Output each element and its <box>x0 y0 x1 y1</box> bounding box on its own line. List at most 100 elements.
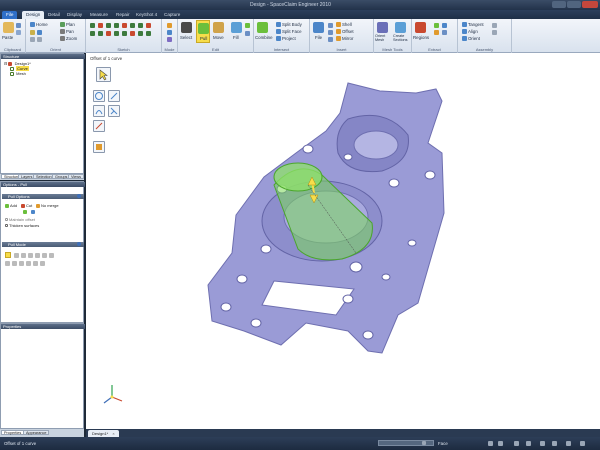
close-tab-icon[interactable]: × <box>112 431 114 436</box>
bolt-hole[interactable] <box>381 273 391 281</box>
copy-edge-icon[interactable] <box>5 261 10 266</box>
rectangle-tool-icon[interactable] <box>106 23 111 28</box>
split-body-button[interactable]: Split Body <box>276 22 302 28</box>
polygon-tool-icon[interactable] <box>130 23 135 28</box>
pivot-icon[interactable] <box>21 253 26 258</box>
fillet-curve-icon[interactable] <box>146 31 151 36</box>
split-face-button[interactable]: Split Face <box>276 29 302 35</box>
bolt-hole[interactable] <box>260 244 272 254</box>
gear-icon[interactable] <box>492 30 497 35</box>
snap-icon[interactable] <box>540 441 545 446</box>
tab-detail[interactable]: Detail <box>44 11 64 19</box>
checkbox-icon[interactable] <box>10 71 14 76</box>
combine-button[interactable]: Combine <box>255 35 273 40</box>
grid-icon[interactable] <box>552 441 557 446</box>
filter-icon[interactable] <box>422 441 426 445</box>
section-mode-icon[interactable] <box>167 30 172 35</box>
maximize-button[interactable] <box>567 1 581 8</box>
layout-icon[interactable] <box>526 441 531 446</box>
trim-tool-icon[interactable] <box>106 31 111 36</box>
both-sides-icon[interactable] <box>23 210 27 214</box>
select-mode-icon[interactable] <box>5 252 11 258</box>
pull-mode-section[interactable]: Pull Mode <box>2 242 84 247</box>
pull-button[interactable]: Pull <box>196 20 210 43</box>
bolt-hole[interactable] <box>388 178 400 188</box>
stretch-icon[interactable] <box>33 261 38 266</box>
ruled-icon[interactable] <box>26 261 31 266</box>
expand-icon[interactable]: ⊟ <box>4 61 7 66</box>
maintain-offset-option[interactable]: Maintain offset <box>5 217 35 222</box>
blend-mode-icon[interactable] <box>49 253 54 258</box>
ellipse-tool-icon[interactable] <box>90 31 95 36</box>
tab-views[interactable]: Views <box>68 174 85 179</box>
extract-surface-icon[interactable] <box>442 23 447 28</box>
arc-tool-icon[interactable] <box>122 23 127 28</box>
close-button[interactable] <box>582 1 598 8</box>
view-mode-icon[interactable] <box>566 441 571 446</box>
paste-button[interactable]: Paste <box>2 35 13 40</box>
tab-appearance[interactable]: Appearance <box>23 430 50 435</box>
project-button[interactable]: Project <box>276 36 296 42</box>
scale-body-icon[interactable] <box>40 261 45 266</box>
plan-button[interactable]: Plan <box>60 22 75 28</box>
tangent-line-icon[interactable] <box>98 23 103 28</box>
regions-icon[interactable] <box>415 22 426 33</box>
3d-mode-icon[interactable] <box>167 37 172 42</box>
offset-curve-icon[interactable] <box>114 31 119 36</box>
sketch-mode-icon[interactable] <box>167 23 172 28</box>
bolt-hole[interactable] <box>349 261 363 273</box>
circle-tool-icon[interactable] <box>114 23 119 28</box>
tab-measure[interactable]: Measure <box>86 11 112 19</box>
orient-mesh-button[interactable]: Orient Mesh <box>375 34 391 42</box>
spline-tool-icon[interactable] <box>138 23 143 28</box>
bolt-hole[interactable] <box>407 239 417 247</box>
cut-option[interactable]: Cut <box>21 203 32 208</box>
bolt-hole[interactable] <box>250 318 262 328</box>
rigid-icon[interactable] <box>492 23 497 28</box>
perspective-icon[interactable] <box>30 37 35 42</box>
replace-icon[interactable] <box>245 31 250 36</box>
bolt-hole[interactable] <box>424 170 436 180</box>
bolt-hole[interactable] <box>236 274 248 284</box>
cone-top-face[interactable] <box>273 162 323 192</box>
select-next-icon[interactable] <box>498 441 503 446</box>
shell-button[interactable]: Shell <box>336 22 352 28</box>
paste-icon[interactable] <box>3 22 14 33</box>
up-to-icon[interactable] <box>31 210 35 214</box>
revolve-icon[interactable] <box>28 253 33 258</box>
pull-options-section[interactable]: Pull Options <box>2 194 84 199</box>
tab-file[interactable]: File <box>2 11 18 19</box>
info-icon[interactable] <box>77 194 81 198</box>
construction-line-icon[interactable] <box>138 31 143 36</box>
split-line-icon[interactable] <box>130 31 135 36</box>
bend-tool-icon[interactable] <box>122 31 127 36</box>
move-icon[interactable] <box>213 22 224 33</box>
fill-icon[interactable] <box>231 22 242 33</box>
bolt-hole[interactable] <box>220 302 232 312</box>
assembly-orient-button[interactable]: Orient <box>462 36 480 42</box>
document-tab[interactable]: Design1* × <box>88 430 119 437</box>
checkbox-icon[interactable] <box>5 218 8 222</box>
checkbox-icon[interactable] <box>5 224 8 228</box>
tab-design[interactable]: Design <box>22 11 45 19</box>
rotate-edge-icon[interactable] <box>19 261 24 266</box>
snap-view-icon[interactable] <box>37 37 42 42</box>
display-icon[interactable] <box>580 441 585 446</box>
tangent-button[interactable]: Tangent <box>462 22 484 28</box>
bolt-hole[interactable] <box>343 153 353 161</box>
bolt-hole[interactable] <box>362 330 374 340</box>
view-cube-icon[interactable] <box>37 30 42 35</box>
draft-icon[interactable] <box>42 253 47 258</box>
create-sections-button[interactable]: Create Sections <box>393 34 411 42</box>
align-button[interactable]: Align <box>462 29 478 35</box>
orient-mesh-icon[interactable] <box>377 22 388 33</box>
blend-icon[interactable] <box>245 23 250 28</box>
model-canvas[interactable] <box>86 53 600 429</box>
fill-button[interactable]: Fill <box>233 35 239 40</box>
add-option[interactable]: Add <box>5 203 17 208</box>
extract-edge-icon[interactable] <box>434 30 439 35</box>
tab-repair[interactable]: Repair <box>112 11 134 19</box>
extract-point-icon[interactable] <box>442 30 447 35</box>
combine-icon[interactable] <box>257 22 268 33</box>
pan-button[interactable]: Pan <box>60 29 74 35</box>
